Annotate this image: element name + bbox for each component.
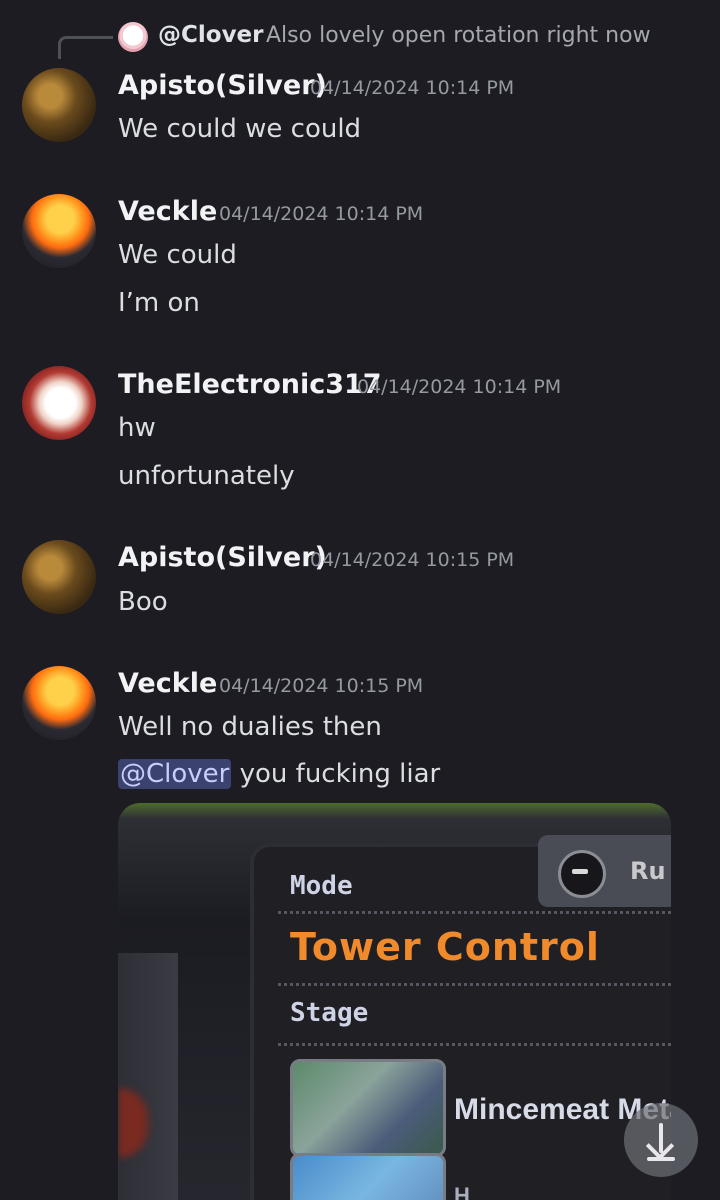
stage-thumbnail [290,1153,446,1200]
reply-text[interactable]: Also lovely open rotation right now [266,23,651,48]
message-username[interactable]: Apisto(Silver) [118,542,327,573]
message-timestamp: 04/14/2024 10:14 PM [357,376,562,398]
message-username[interactable]: Veckle [118,196,217,227]
divider [278,983,671,986]
user-mention[interactable]: @Clover [118,759,232,789]
arrow-down-to-line-icon [645,1131,675,1161]
reply-avatar[interactable] [118,22,148,52]
game-mode-label: Mode [290,871,353,901]
message-text: We could [118,240,237,270]
message-text: hw [118,413,156,443]
minus-button-icon [558,850,606,898]
message-username[interactable]: TheElectronic317 [118,369,382,400]
avatar-veckle[interactable] [22,194,96,268]
divider [278,911,671,914]
game-stage-label: Stage [290,998,369,1028]
message-timestamp: 04/14/2024 10:15 PM [219,675,424,697]
message-text: Well no dualies then [118,712,382,742]
reply-connector-line [58,36,113,59]
attachment-background [118,953,178,1200]
stage-name: H [454,1183,470,1200]
game-mode-value: Tower Control [290,925,600,969]
avatar-veckle[interactable] [22,666,96,740]
stage-thumbnail [290,1059,446,1157]
message-text: you fucking liar [231,759,441,789]
message-timestamp: 04/14/2024 10:15 PM [310,549,515,571]
game-rule-label: Ru [630,857,666,885]
message-text: unfortunately [118,461,295,491]
message-timestamp: 04/14/2024 10:14 PM [219,203,424,225]
message-username[interactable]: Veckle [118,668,217,699]
reply-username[interactable]: @Clover [158,22,264,48]
message-text: We could we could [118,114,362,144]
arrow-down-to-line-icon [647,1157,675,1161]
message-text: Boo [118,587,168,617]
divider [278,1043,671,1046]
avatar-apisto[interactable] [22,68,96,142]
scroll-to-bottom-button[interactable] [624,1103,698,1177]
message-text-with-mention: @Clover you fucking liar [118,759,440,789]
image-attachment[interactable]: Ru Mode Tower Control Stage Mincemeat Me… [118,803,671,1200]
message-username[interactable]: Apisto(Silver) [118,70,327,101]
message-timestamp: 04/14/2024 10:14 PM [310,77,515,99]
avatar-theelectronic317[interactable] [22,366,96,440]
minus-icon [572,869,588,874]
message-text: I’m on [118,288,200,318]
avatar-apisto[interactable] [22,540,96,614]
